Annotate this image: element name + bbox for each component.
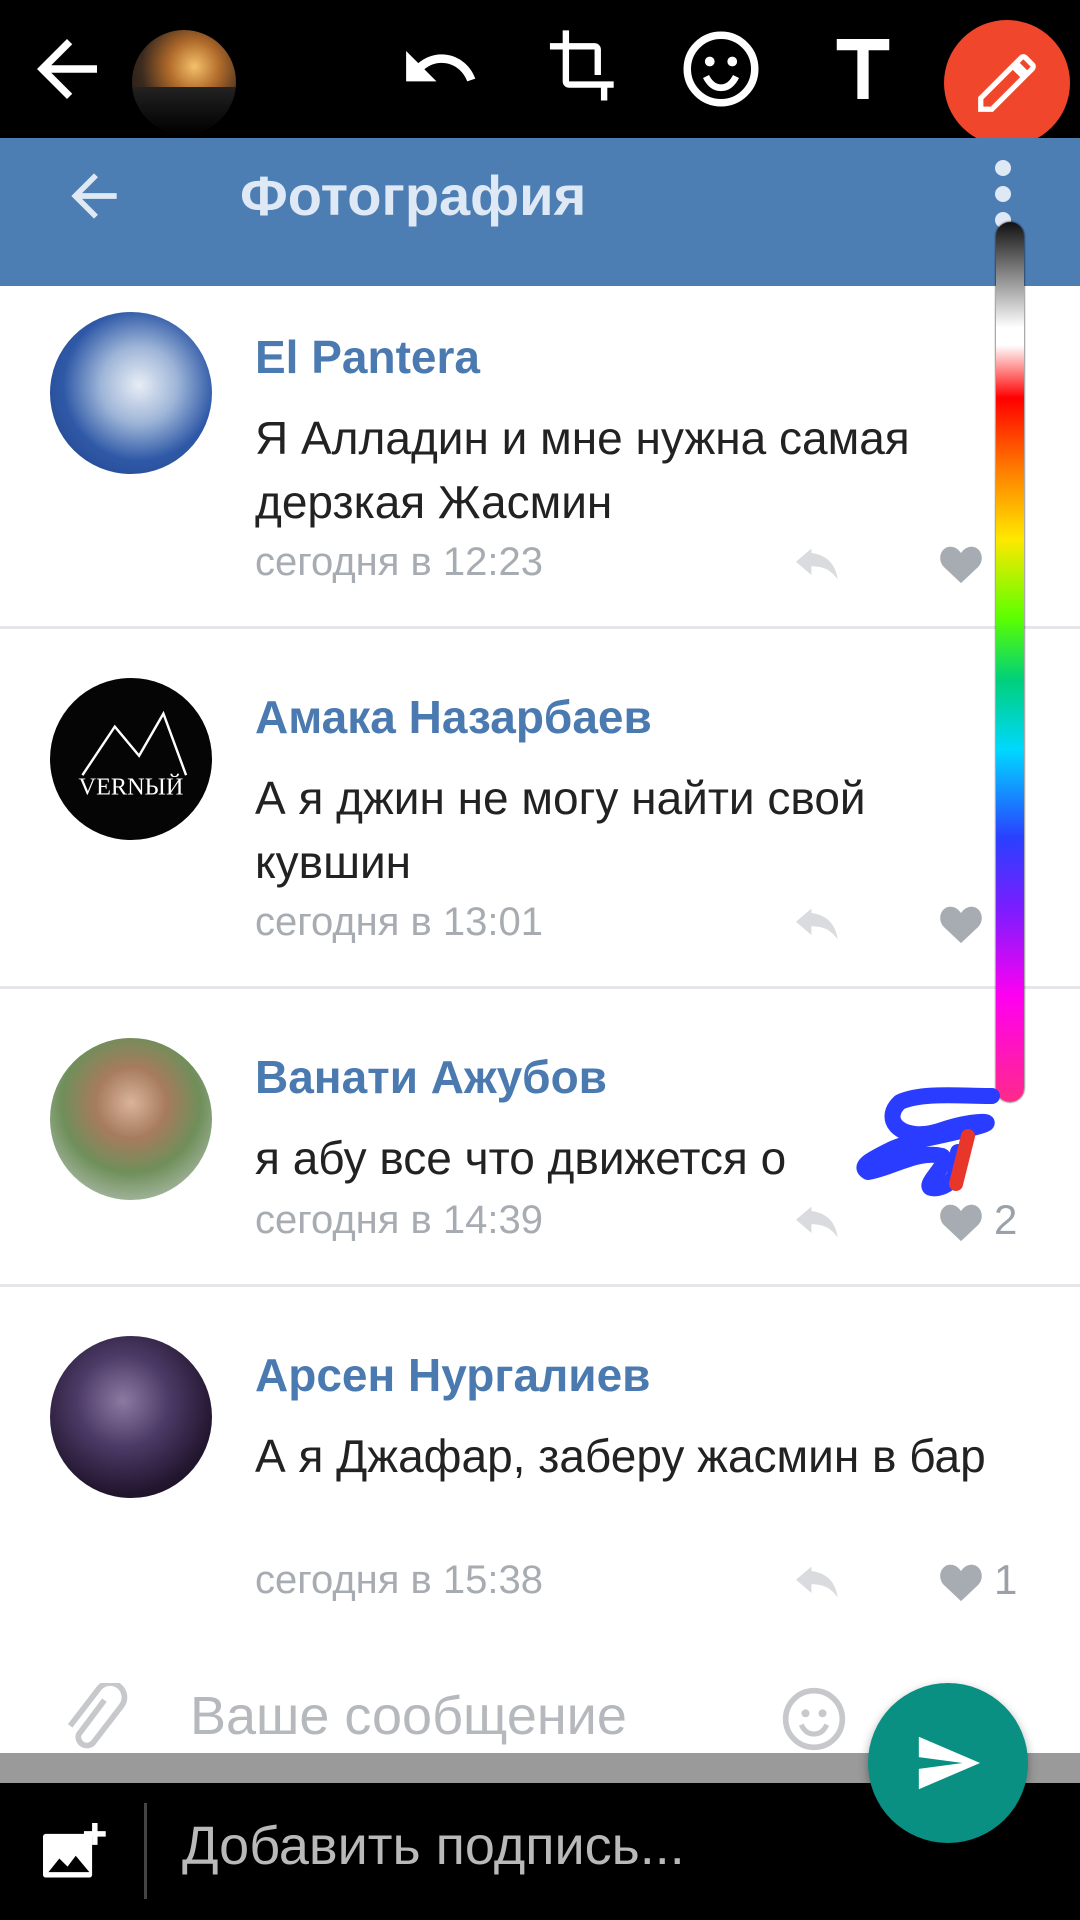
comment-time: сегодня в 15:38 [255,1558,543,1602]
comment-author: El Pantera [255,331,480,383]
undo-icon[interactable] [396,24,486,114]
comment-text: А я джин не могу найти свой кувшин [255,772,866,888]
emoji-icon[interactable] [676,24,766,114]
avatar [50,1336,212,1498]
heart-icon [940,546,982,584]
comment-text: Я Алладин и мне нужна самая дерзкая Жасм… [255,412,910,528]
send-icon [918,1736,981,1790]
like-count: 1 [994,1556,1018,1603]
reply-icon [796,1566,838,1598]
send-button[interactable] [868,1683,1028,1843]
avatar [50,312,212,474]
message-placeholder: Ваше сообщение [190,1686,627,1746]
svg-text:VERNЫЙ: VERNЫЙ [79,773,184,801]
paperclip-icon [67,1683,128,1749]
reply-icon [796,1206,838,1238]
edited-photo: Фотография El Pantera Я Алладин и мне ну… [0,138,1080,1783]
app-header: Фотография [0,138,1080,286]
caption-input[interactable]: Добавить подпись... [182,1815,685,1877]
heart-icon [940,1564,982,1602]
color-slider[interactable] [996,222,1024,1102]
pencil-icon[interactable] [944,20,1070,146]
page-title: Фотография [240,164,587,227]
avatar [50,1038,212,1200]
drawing-scribble [856,1087,1000,1197]
comment-time: сегодня в 13:01 [255,900,543,944]
text-icon[interactable] [818,24,908,114]
divider [144,1803,147,1899]
avatar: VERNЫЙ [50,678,212,840]
comment-author: Амака Назарбаев [255,691,652,743]
reply-icon [796,908,838,940]
comment-time: сегодня в 12:23 [255,540,543,584]
photo-thumbnail[interactable] [132,30,236,134]
add-photo-icon[interactable] [40,1823,106,1883]
comment-author: Арсен Нургалиев [255,1349,651,1401]
emoji-icon [782,1687,846,1751]
editor-toolbar [0,0,1080,146]
heart-icon [940,906,982,944]
back-arrow-icon [60,162,128,230]
comment-text: А я Джафар, заберу жасмин в бар [255,1430,986,1482]
crop-rotate-icon[interactable] [534,24,624,114]
comment-author: Ванати Ажубов [255,1051,607,1103]
reply-icon [796,548,838,580]
comment-time: сегодня в 14:39 [255,1198,543,1242]
back-arrow-icon[interactable] [22,24,112,114]
